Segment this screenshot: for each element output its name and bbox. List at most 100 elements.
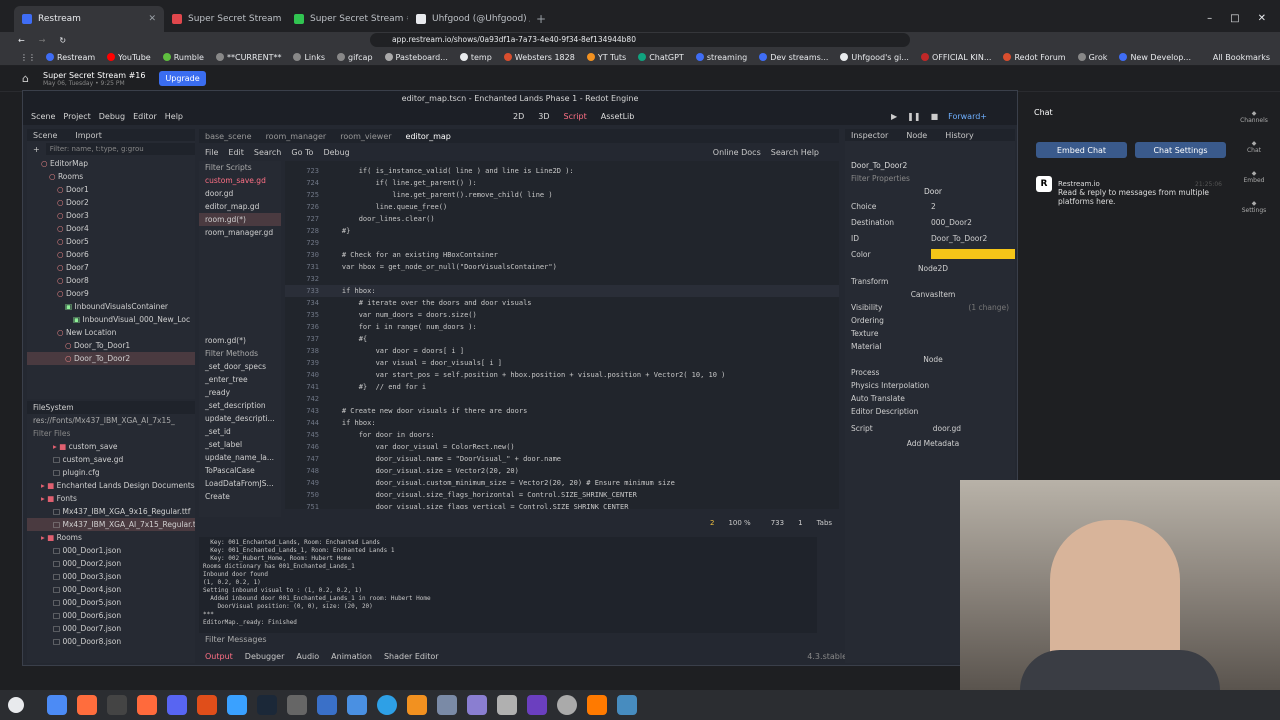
add-node-icon[interactable]: + (33, 145, 40, 154)
scene-tree-node[interactable]: ○ Door7 (27, 261, 195, 274)
bookmark-item[interactable]: Restream (46, 53, 95, 62)
play-icon[interactable]: ▶ (891, 112, 897, 121)
renderer-select[interactable]: Forward+ (948, 112, 987, 121)
method-list-item[interactable]: _set_door_specs (199, 360, 281, 373)
bookmark-item[interactable]: Dev streams... (759, 53, 828, 62)
method-list-item[interactable]: update_descripti... (199, 412, 281, 425)
inspector-group[interactable]: Transform (845, 275, 1015, 288)
embed-chat-button[interactable]: Embed Chat (1036, 142, 1127, 158)
script-menu-item[interactable]: Debug (323, 148, 349, 157)
file-item[interactable]: □ 000_Door1.json (27, 544, 195, 557)
redot-icon[interactable] (617, 695, 637, 715)
file-item[interactable]: □ 000_Door3.json (27, 570, 195, 583)
search-help-link[interactable]: Search Help (771, 148, 819, 157)
mixer-icon[interactable] (287, 695, 307, 715)
inspector-group[interactable]: Material (845, 340, 1015, 353)
home-icon[interactable]: ⌂ (22, 72, 29, 85)
add-metadata-button[interactable]: Add Metadata (845, 437, 1015, 450)
file-item[interactable]: ▸ ■ Rooms (27, 531, 195, 544)
chat-side-item[interactable]: ◆ Embed (1234, 170, 1274, 184)
scene-tree-node[interactable]: ○ Door4 (27, 222, 195, 235)
bottom-panel-tab[interactable]: Shader Editor (384, 652, 439, 661)
scene-tree-node[interactable]: ○ Door3 (27, 209, 195, 222)
scene-tree-node[interactable]: ○ Rooms (27, 170, 195, 183)
method-list-item[interactable]: Create (199, 490, 281, 503)
inspector-group[interactable]: Ordering (845, 314, 1015, 327)
script-file-tab[interactable]: base_scene (205, 132, 252, 141)
bottom-panel-tab[interactable]: Animation (331, 652, 372, 661)
tab-close-icon[interactable]: ✕ (148, 14, 156, 24)
steam-icon[interactable] (257, 695, 277, 715)
inspector-group[interactable]: Process (845, 366, 1015, 379)
upgrade-button[interactable]: Upgrade (159, 71, 206, 86)
app2-icon[interactable] (527, 695, 547, 715)
property-value[interactable]: Door_To_Door2 (931, 232, 1015, 245)
filesystem-path[interactable]: res://Fonts/Mx437_IBM_XGA_AI_7x15_ (27, 414, 195, 427)
bookmark-item[interactable]: OFFICIAL KIN... (920, 53, 991, 62)
chat-settings-button[interactable]: Chat Settings (1135, 142, 1226, 158)
method-list-item[interactable]: _set_label (199, 438, 281, 451)
scene-tree-node[interactable]: ○ Door2 (27, 196, 195, 209)
reload-icon[interactable]: ↻ (59, 36, 66, 45)
script-list-item[interactable]: custom_save.gd (199, 174, 281, 187)
bookmark-item[interactable]: streaming (695, 53, 747, 62)
inspector-group[interactable]: Auto Translate (845, 392, 1015, 405)
inspector-property[interactable]: ID Door_To_Door2 (845, 230, 1015, 246)
new-tab-icon[interactable]: + (536, 12, 546, 26)
bottom-panel-tab[interactable]: Output (205, 652, 233, 661)
bookmark-item[interactable]: **CURRENT** (215, 53, 281, 62)
editor-menu-item[interactable]: Debug (99, 112, 125, 121)
obs-icon[interactable] (317, 695, 337, 715)
script-menu-item[interactable]: Search (254, 148, 281, 157)
inspector-group[interactable]: Editor Description (845, 405, 1015, 418)
close-window-icon[interactable]: ✕ (1258, 13, 1266, 24)
back-icon[interactable]: ← (18, 36, 25, 45)
script-list-item[interactable]: door.gd (199, 187, 281, 200)
forward-icon[interactable]: → (39, 36, 46, 45)
scene-dock-tab[interactable]: Import (75, 131, 102, 140)
online-docs-link[interactable]: Online Docs (713, 148, 761, 157)
bookmark-item[interactable]: Grok (1077, 53, 1107, 62)
chat-side-item[interactable]: ◆ Settings (1234, 200, 1274, 214)
inspector-property[interactable]: Color (845, 246, 1015, 262)
maximize-icon[interactable]: □ (1230, 13, 1239, 24)
script-list-item[interactable]: room.gd(*) (199, 213, 281, 226)
bookmark-item[interactable]: Websters 1828 (503, 53, 575, 62)
tool-icon[interactable] (497, 695, 517, 715)
editor-mode-button[interactable]: AssetLib (601, 112, 635, 121)
file-item[interactable]: □ 000_Door7.json (27, 622, 195, 635)
app-icon[interactable] (197, 695, 217, 715)
scene-tree-node[interactable]: ○ EditorMap (27, 157, 195, 170)
stop-icon[interactable]: ■ (931, 112, 939, 121)
inspector-group[interactable]: Node2D (845, 262, 1015, 275)
editor-mode-button[interactable]: Script (564, 112, 587, 121)
file-item[interactable]: □ Mx437_IBM_XGA_AI_7x15_Regular.ttf (27, 518, 195, 531)
mail-icon[interactable] (437, 695, 457, 715)
script-file-tab[interactable]: room_viewer (340, 132, 391, 141)
bookmark-item[interactable]: Links (293, 53, 325, 62)
bookmark-item[interactable]: gifcap (337, 53, 373, 62)
script-menu-item[interactable]: Edit (228, 148, 244, 157)
files-icon[interactable] (47, 695, 67, 715)
script-list-item[interactable]: room_manager.gd (199, 226, 281, 239)
file-item[interactable]: □ 000_Door6.json (27, 609, 195, 622)
vscode-icon[interactable] (227, 695, 247, 715)
scene-tree-node[interactable]: ○ Door1 (27, 183, 195, 196)
file-item[interactable]: □ 000_Door8.json (27, 635, 195, 648)
script-file-tab[interactable]: room_manager (266, 132, 327, 141)
file-item[interactable]: □ 000_Door5.json (27, 596, 195, 609)
file-item[interactable]: □ custom_save.gd (27, 453, 195, 466)
all-bookmarks[interactable]: All Bookmarks (1213, 53, 1270, 62)
browser-icon[interactable] (377, 695, 397, 715)
property-value[interactable]: 2 (931, 200, 1015, 213)
scene-tree-node[interactable]: ▣ InboundVisual_000_New_Loc (27, 313, 195, 326)
file-item[interactable]: ▸ ■ Fonts (27, 492, 195, 505)
bookmark-item[interactable]: Pasteboard... (384, 53, 448, 62)
brave-icon[interactable] (137, 695, 157, 715)
property-value[interactable] (931, 249, 1015, 259)
bookmark-item[interactable]: Uhfgood's gi... (840, 53, 909, 62)
inspector-group[interactable]: Visibility (1 change) (845, 301, 1015, 314)
editor-mode-button[interactable]: 2D (513, 112, 524, 121)
pause-icon[interactable]: ❚❚ (907, 112, 920, 121)
inspector-section-door[interactable]: Door (845, 185, 1015, 198)
